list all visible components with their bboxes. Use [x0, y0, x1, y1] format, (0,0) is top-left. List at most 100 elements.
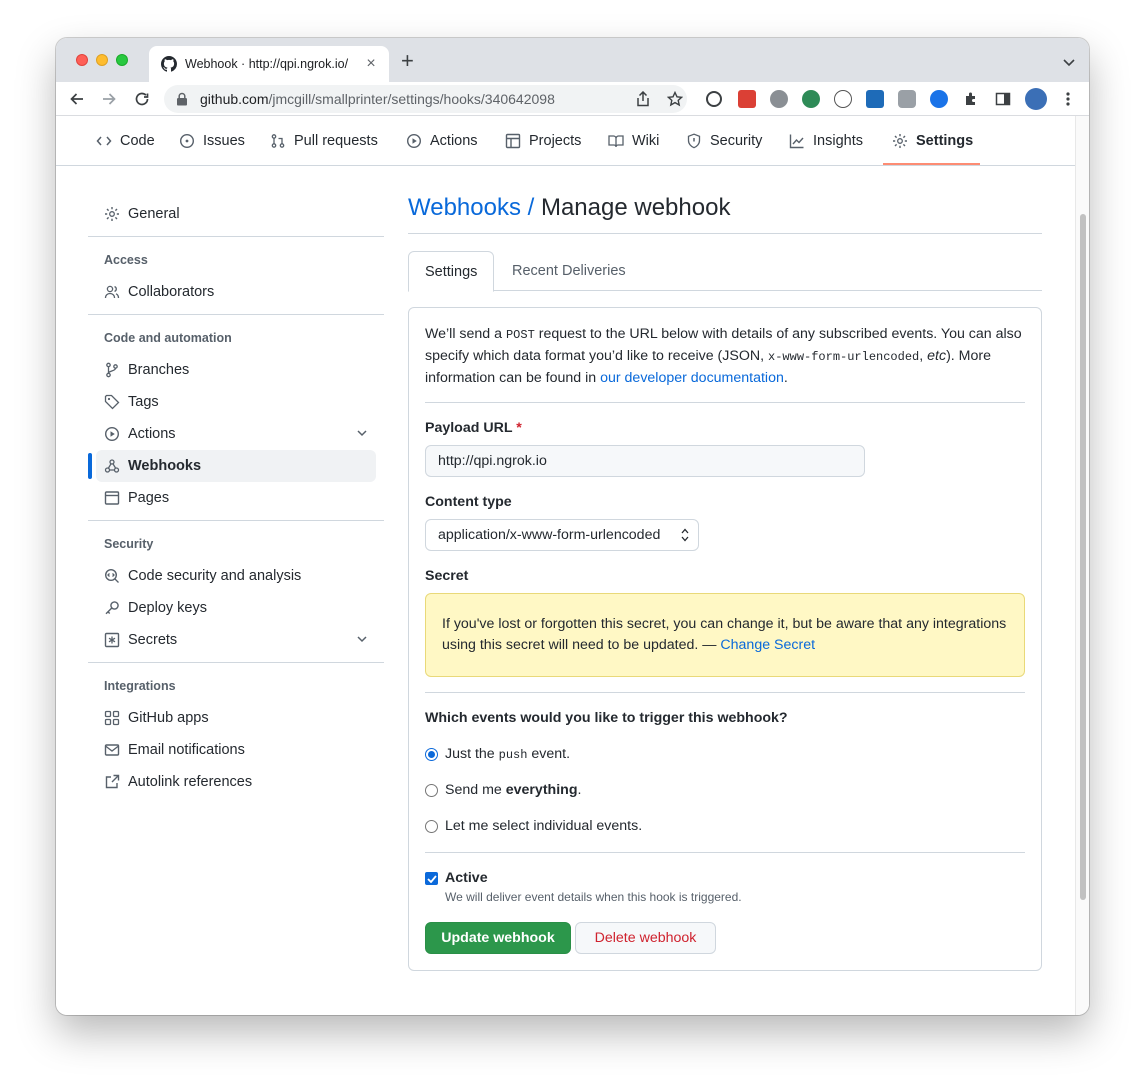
sidebar-item-webhooks[interactable]: Webhooks: [96, 450, 376, 482]
shield-icon: [687, 133, 701, 149]
m-extension-icon[interactable]: [834, 90, 852, 108]
sidebar-item-label: Deploy keys: [128, 600, 207, 616]
sidebar-item-deploy-keys[interactable]: Deploy keys: [96, 592, 376, 624]
tab-label: Pull requests: [294, 133, 378, 149]
share-icon[interactable]: [634, 90, 652, 108]
section-heading-integrations: Integrations: [104, 679, 176, 693]
code-icon: [96, 136, 112, 146]
checkmark-icon: [426, 874, 437, 883]
chevron-down-icon: [357, 430, 367, 437]
select-arrows-icon: [681, 528, 689, 542]
required-mark: *: [516, 420, 522, 436]
browser-tab[interactable]: Webhook · http://qpi.ngrok.io/ ×: [149, 46, 389, 82]
tab-label: Wiki: [632, 133, 660, 149]
sidebar-item-secrets[interactable]: Secrets: [96, 624, 376, 656]
event-option-select[interactable]: Let me select individual events.: [425, 818, 642, 834]
sidebar-item-code-security[interactable]: Code security and analysis: [96, 560, 376, 592]
divider: [425, 402, 1025, 403]
side-panel-icon[interactable]: [994, 90, 1012, 108]
radio-select-events[interactable]: [425, 819, 438, 833]
active-checkbox[interactable]: [425, 872, 438, 885]
branch-icon: [106, 362, 118, 378]
tab-label: Security: [710, 133, 763, 149]
reload-icon[interactable]: [133, 90, 151, 108]
sidebar-item-actions[interactable]: Actions: [96, 418, 376, 450]
tab-wiki[interactable]: Wiki: [608, 116, 659, 166]
android-extension-icon[interactable]: [802, 90, 820, 108]
sidebar-item-email-notifications[interactable]: Email notifications: [96, 734, 376, 766]
tab-pull-requests[interactable]: Pull requests: [270, 116, 378, 166]
content-type-select[interactable]: application/x-www-form-urlencoded: [425, 519, 699, 551]
forward-arrow-icon[interactable]: [100, 90, 118, 108]
divider: [88, 520, 384, 521]
tab-projects[interactable]: Projects: [505, 116, 581, 166]
sidebar-item-label: Secrets: [128, 632, 178, 648]
tab-label: Code: [120, 133, 155, 149]
radio-push[interactable]: [425, 747, 438, 761]
sidebar-item-label: General: [128, 206, 180, 222]
scrollbar-thumb[interactable]: [1080, 214, 1086, 900]
sidebar-item-branches[interactable]: Branches: [96, 354, 376, 386]
event-option-label: Let me select individual events.: [445, 818, 643, 834]
tab-actions[interactable]: Actions: [406, 116, 478, 166]
browser-tab-title: Webhook · http://qpi.ngrok.io/: [185, 57, 349, 71]
update-webhook-button[interactable]: Update webhook: [425, 922, 571, 954]
gear-extension-icon[interactable]: [770, 90, 788, 108]
close-tab-icon[interactable]: ×: [363, 55, 379, 73]
active-label: Active: [445, 870, 488, 886]
chevron-down-icon: [357, 636, 367, 643]
content-type-label: Content type: [425, 494, 512, 510]
tab-label: Projects: [529, 133, 582, 149]
scrollbar[interactable]: [1075, 116, 1089, 1015]
camera-extension-icon[interactable]: [898, 90, 916, 108]
bookmark-star-icon[interactable]: [666, 90, 684, 108]
puzzle-extensions-icon[interactable]: [962, 90, 980, 108]
new-tab-icon[interactable]: +: [401, 50, 414, 72]
webhook-form: We’ll send a POST request to the URL bel…: [408, 307, 1042, 971]
extension-info-icon[interactable]: [706, 91, 722, 107]
sidebar-item-collaborators[interactable]: Collaborators: [96, 276, 376, 308]
developer-docs-link[interactable]: our developer documentation: [600, 370, 784, 386]
divider: [88, 662, 384, 663]
profile-avatar[interactable]: [1025, 88, 1047, 110]
back-arrow-icon[interactable]: [68, 90, 86, 108]
delete-webhook-button[interactable]: Delete webhook: [575, 922, 716, 954]
tab-issues[interactable]: Issues: [179, 116, 245, 166]
pull-request-icon: [271, 134, 285, 148]
browser-icon: [104, 491, 120, 505]
address-bar[interactable]: github.com/jmcgill/smallprinter/settings…: [164, 85, 687, 113]
shield-extension-icon[interactable]: [930, 90, 948, 108]
gear-icon: [105, 207, 119, 221]
payload-url-input[interactable]: http://qpi.ngrok.io: [425, 445, 865, 477]
maximize-window-button[interactable]: [116, 54, 128, 66]
issue-icon: [179, 133, 195, 149]
tab-webhook-settings[interactable]: Settings: [408, 251, 495, 292]
divider: [408, 233, 1042, 234]
close-window-button[interactable]: [76, 54, 88, 66]
minimize-window-button[interactable]: [96, 54, 108, 66]
gear-icon: [893, 134, 907, 148]
change-secret-link[interactable]: Change Secret: [720, 637, 815, 653]
sidebar-item-general[interactable]: General: [96, 198, 376, 230]
browser-window: Webhook · http://qpi.ngrok.io/ × + githu…: [56, 38, 1089, 1015]
tab-security[interactable]: Security: [686, 116, 762, 166]
sidebar-item-tags[interactable]: Tags: [96, 386, 376, 418]
tab-recent-deliveries[interactable]: Recent Deliveries: [496, 251, 642, 291]
tab-code[interactable]: Code: [96, 116, 155, 166]
breadcrumb-webhooks-link[interactable]: Webhooks /: [408, 194, 534, 221]
sidebar-item-github-apps[interactable]: GitHub apps: [96, 702, 376, 734]
sidebar-item-label: Autolink references: [128, 774, 253, 790]
sidebar-item-label: Webhooks: [128, 458, 202, 474]
event-option-everything[interactable]: Send me everything.: [425, 782, 581, 798]
radio-everything[interactable]: [425, 783, 438, 797]
event-option-push[interactable]: Just the push event.: [425, 746, 570, 762]
kebab-menu-icon[interactable]: [1059, 90, 1077, 108]
tab-insights[interactable]: Insights: [789, 116, 863, 166]
s-extension-icon[interactable]: [866, 90, 884, 108]
url-text: github.com/jmcgill/smallprinter/settings…: [200, 91, 555, 107]
tab-settings[interactable]: Settings: [892, 116, 973, 166]
todoist-extension-icon[interactable]: [738, 90, 756, 108]
chevron-down-icon[interactable]: [1063, 54, 1075, 72]
sidebar-item-pages[interactable]: Pages: [96, 482, 376, 514]
sidebar-item-autolink-references[interactable]: Autolink references: [96, 766, 376, 798]
